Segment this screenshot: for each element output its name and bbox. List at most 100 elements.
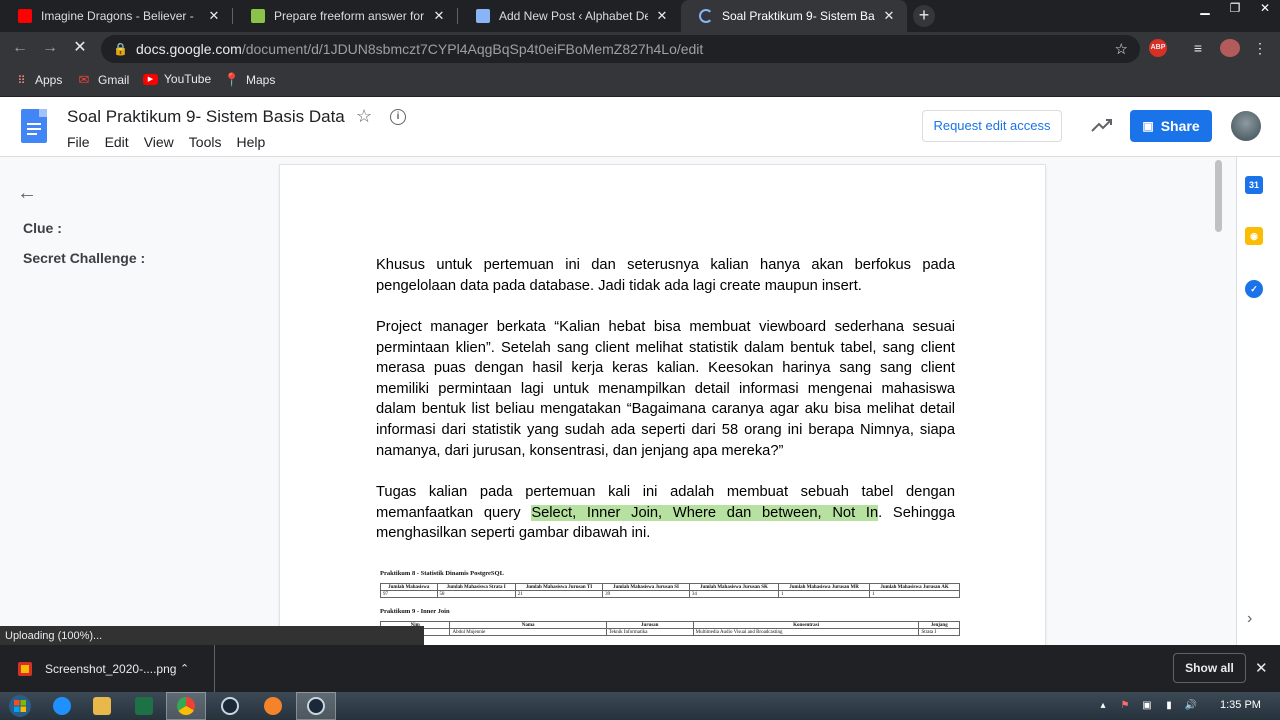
close-icon[interactable]: ✕ [431,8,447,24]
info-icon[interactable]: i [390,109,406,125]
table-cell: Jenjang [918,621,960,629]
calendar-icon[interactable]: 31 [1245,176,1263,194]
menu-tools[interactable]: Tools [189,134,222,150]
embedded-screenshot-image[interactable]: Praktikum 8 - Statistik Dinamis PostgreS… [379,570,960,645]
statistik-table: Jumlah Mahasiswa Jumlah Mahasiswa Strata… [380,583,960,598]
taskbar-excel-icon[interactable] [124,692,164,720]
image-caption-praktikum-9: Praktikum 9 - Inner Join [380,608,450,615]
tab-add-new-post[interactable]: Add New Post ‹ Alphabet Develo ✕ [458,0,680,32]
document-scrollbar[interactable] [1215,160,1222,232]
back-button[interactable]: ← [10,38,30,58]
windows-start-icon[interactable] [0,692,40,720]
menu-help[interactable]: Help [236,134,265,150]
document-title[interactable]: Soal Praktikum 9- Sistem Basis Data [67,107,345,127]
new-tab-button[interactable]: + [913,5,935,27]
show-hidden-icons-icon[interactable]: ▴ [1096,699,1110,713]
taskbar-steam-icon[interactable] [210,692,250,720]
tab-strip: Imagine Dragons - Believer - ✕ Prepare f… [0,0,1280,32]
chevron-right-icon[interactable]: › [1247,610,1252,628]
assignment-icon [251,9,265,23]
adblock-extension-icon[interactable]: ABP [1149,39,1167,57]
request-edit-access-button[interactable]: Request edit access [922,110,1062,142]
bookmark-youtube[interactable]: ▶ YouTube [143,72,211,86]
flag-icon[interactable]: ⚑ [1118,699,1132,713]
taskbar-chrome-icon[interactable] [166,692,206,720]
taskbar-app-icon[interactable] [253,692,293,720]
internet-explorer-icon [53,697,71,715]
tab-assignment[interactable]: Prepare freeform answer for Assi ✕ [233,0,457,32]
taskbar-explorer-icon[interactable] [82,692,122,720]
paragraph-3: Tugas kalian pada pertemuan kali ini ada… [376,482,955,544]
signal-icon[interactable]: ▮ [1162,699,1176,713]
apps-grid-icon: ⠿ [17,74,25,87]
window-close-button[interactable]: ✕ [1250,0,1280,18]
outline-item-clue[interactable]: Clue : [23,220,62,236]
download-item[interactable]: Screenshot_2020-....png ⌃ [0,645,215,692]
table-cell: Jumlah Mahasiswa [380,583,438,591]
clock[interactable]: 1:35 PM [1220,699,1261,711]
steam-icon [307,697,325,715]
stop-loading-button[interactable]: ✕ [70,38,90,58]
upload-status-toast: Uploading (100%)... [0,626,424,646]
restore-button[interactable]: ❐ [1220,0,1250,18]
paragraph-2: Project manager berkata “Kalian hebat bi… [376,319,955,459]
table-row: 97 58 21 39 34 1 1 [380,590,960,598]
close-icon[interactable]: ✕ [206,8,222,24]
tasks-icon[interactable]: ✓ [1245,280,1263,298]
bookmarks-bar: ⠿ Apps ✉ Gmail ▶ YouTube 📍 Maps [0,65,1280,97]
table-cell: 1 [869,590,960,598]
inner-join-table: Nim Nama Jurusan Konsentrasi Jenjang Abd… [379,621,960,636]
keep-icon[interactable]: ◉ [1245,227,1263,245]
maps-pin-icon: 📍 [223,72,241,87]
folder-icon [93,697,111,715]
docs-logo-icon[interactable] [21,109,47,143]
minimize-button[interactable]: ▁ [1190,0,1220,18]
document-page[interactable]: Khusus untuk pertemuan ini dan seterusny… [280,165,1045,645]
tab-docs-active[interactable]: Soal Praktikum 9- Sistem Basis D ✕ [681,0,907,32]
show-all-button[interactable]: Show all [1173,653,1246,683]
tab-youtube[interactable]: Imagine Dragons - Believer - ✕ [0,0,232,32]
outline-back-arrow-icon[interactable]: ← [17,182,37,205]
extension-label: ABP [1150,44,1166,51]
avatar[interactable] [1231,111,1261,141]
media-control-icon[interactable]: ≡ [1188,39,1208,57]
address-bar[interactable]: 🔒 docs.google.com/document/d/1JDUN8sbmcz… [101,35,1140,63]
download-bar: Screenshot_2020-....png ⌃ Show all ✕ [0,645,1280,692]
table-cell: 39 [602,590,690,598]
chrome-menu-icon[interactable]: ⋮ [1252,39,1268,57]
chevron-up-icon[interactable]: ⌃ [180,662,189,675]
lock-icon: 🔒 [113,42,128,56]
profile-avatar-icon[interactable] [1220,39,1240,57]
taskbar-ie-icon[interactable] [42,692,82,720]
close-icon[interactable]: ✕ [1255,659,1268,677]
image-caption-praktikum-8: Praktikum 8 - Statistik Dinamis PostgreS… [380,570,504,577]
share-button[interactable]: ▣ Share [1130,110,1212,142]
bookmark-apps[interactable]: ⠿ Apps [13,72,62,88]
network-icon[interactable]: ▣ [1140,699,1154,713]
close-icon[interactable]: ✕ [881,8,897,24]
table-header-row: Nim Nama Jurusan Konsentrasi Jenjang [379,621,960,629]
download-file-name: Screenshot_2020-....png [45,661,177,676]
app-icon [264,697,282,715]
close-icon[interactable]: ✕ [654,8,670,24]
bookmark-star-icon[interactable]: ☆ [1115,40,1128,58]
outline-item-secret-challenge[interactable]: Secret Challenge : [23,250,145,266]
activity-trend-icon[interactable] [1090,115,1114,135]
wordpress-icon [476,9,490,23]
volume-icon[interactable]: 🔊 [1184,699,1198,713]
url-host: docs.google.com [136,41,242,57]
bookmark-maps[interactable]: 📍 Maps [224,72,275,88]
steam-icon [221,697,239,715]
bookmark-gmail[interactable]: ✉ Gmail [76,72,130,88]
gmail-icon: ✉ [78,72,90,87]
taskbar-steam-active-icon[interactable] [296,692,336,720]
menu-edit[interactable]: Edit [105,134,129,150]
menu-file[interactable]: File [67,134,90,150]
table-cell: Jumlah Mahasiswa Strata I [436,583,516,591]
menu-view[interactable]: View [144,134,174,150]
star-icon[interactable]: ☆ [356,106,372,127]
tab-title: Soal Praktikum 9- Sistem Basis D [722,9,875,23]
forward-button[interactable]: → [40,38,60,58]
paragraph-1: Khusus untuk pertemuan ini dan seterusny… [376,257,955,294]
bookmark-label: Gmail [98,73,130,87]
